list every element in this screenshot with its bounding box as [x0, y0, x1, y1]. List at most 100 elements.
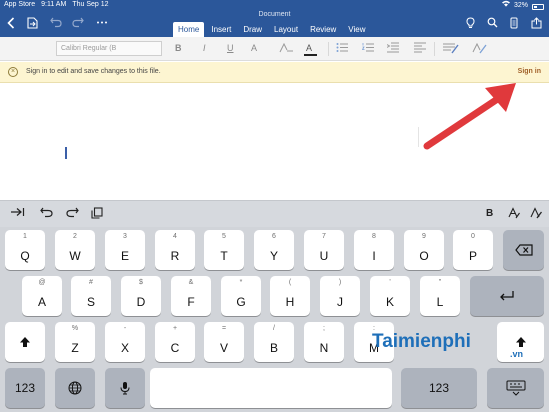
numbers-key[interactable]: 123 [5, 368, 45, 408]
align-left-icon[interactable] [414, 42, 426, 56]
shift-key-left[interactable] [5, 322, 45, 362]
key-label: Q [20, 249, 30, 263]
key-alt-label: 8 [372, 233, 376, 240]
key-g[interactable]: * G [221, 276, 261, 316]
kb-redo-icon[interactable] [66, 207, 79, 222]
return-key[interactable] [470, 276, 544, 316]
key-u[interactable]: 7U [304, 230, 344, 270]
space-bar[interactable] [150, 368, 392, 408]
key-alt-label: + [172, 325, 178, 332]
share-icon[interactable] [531, 17, 542, 32]
key-alt-label: / [273, 325, 275, 332]
key-x[interactable]: -X [105, 322, 145, 362]
signin-link[interactable]: Sign in [518, 68, 541, 75]
numbers-key-right[interactable]: 123 [401, 368, 477, 408]
key-d[interactable]: $ D [121, 276, 161, 316]
font-name-field[interactable]: Calibri Regular (B [56, 41, 162, 56]
key-p[interactable]: 0P [453, 230, 493, 270]
file-icon[interactable] [27, 17, 38, 32]
key-v[interactable]: = V [204, 322, 244, 362]
key-alt-label: 5 [222, 233, 226, 240]
close-banner-icon[interactable]: × [8, 67, 18, 77]
bold-button[interactable]: B [175, 42, 182, 54]
kb-style-icon[interactable] [530, 207, 543, 223]
key-n[interactable]: ; N [304, 322, 344, 362]
clear-formatting-icon[interactable] [472, 42, 487, 57]
lightbulb-icon[interactable] [466, 17, 475, 32]
key-f[interactable]: & F [171, 276, 211, 316]
key-label: H [285, 295, 295, 309]
kb-font-color-icon[interactable] [508, 207, 520, 223]
key-label: X [120, 341, 129, 355]
search-icon[interactable] [487, 17, 498, 31]
key-alt-label: $ [139, 279, 143, 286]
hide-keyboard-key[interactable] [487, 368, 544, 408]
globe-key[interactable] [55, 368, 95, 408]
tab-home[interactable]: Home [173, 22, 205, 37]
key-l[interactable]: " L [420, 276, 460, 316]
key-label: O [419, 249, 429, 263]
key-alt-label: % [71, 325, 79, 332]
key-j[interactable]: ) J [320, 276, 360, 316]
key-e[interactable]: 3E [105, 230, 145, 270]
dictation-key[interactable] [105, 368, 145, 408]
key-alt-label: @ [38, 279, 46, 286]
key-b[interactable]: / B [254, 322, 294, 362]
key-s[interactable]: # S [71, 276, 111, 316]
key-alt-label: 3 [123, 233, 127, 240]
font-color-swatch [304, 54, 317, 56]
shift-icon [5, 322, 45, 362]
key-y[interactable]: 6Y [254, 230, 294, 270]
more-icon[interactable] [96, 17, 108, 31]
kb-bold-button[interactable]: B [486, 207, 493, 221]
key-k[interactable]: ' K [370, 276, 410, 316]
key-h[interactable]: (H [270, 276, 310, 316]
key-label: N [319, 341, 329, 355]
bullet-list-icon[interactable] [336, 42, 348, 56]
delete-key[interactable] [503, 230, 544, 270]
font-color-button[interactable]: A [304, 42, 317, 56]
key-alt-label: = [221, 325, 227, 332]
key-q[interactable]: 1Q [5, 230, 45, 270]
watermark-suffix: .vn [510, 349, 524, 359]
tab-review[interactable]: Review [305, 22, 341, 37]
key-w[interactable]: 2W [55, 230, 95, 270]
key-i[interactable]: 8I [354, 230, 394, 270]
key-label: T [220, 249, 228, 263]
key-alt-label: ( [288, 279, 292, 286]
kb-undo-icon[interactable] [40, 207, 53, 222]
tab-view[interactable]: View [343, 22, 370, 37]
format-style-button[interactable]: A [251, 42, 257, 54]
kb-paste-icon[interactable] [91, 207, 103, 223]
key-label: J [337, 295, 343, 309]
tab-draw[interactable]: Draw [238, 22, 267, 37]
keyboard-hide-icon [487, 368, 544, 408]
indent-icon[interactable] [386, 42, 399, 56]
key-c[interactable]: + C [155, 322, 195, 362]
redo-icon[interactable] [72, 17, 84, 31]
tab-layout[interactable]: Layout [269, 22, 303, 37]
font-highlight-button[interactable] [278, 42, 294, 57]
mobile-view-icon[interactable] [510, 17, 518, 32]
key-alt-label: 1 [23, 233, 27, 240]
delete-icon [503, 230, 544, 270]
key-label: D [136, 295, 146, 309]
paragraph-styles-icon[interactable] [443, 42, 459, 57]
key-t[interactable]: 5T [204, 230, 244, 270]
key-label: C [170, 341, 180, 355]
underline-button[interactable]: U [227, 42, 234, 54]
numbered-list-icon[interactable] [361, 42, 374, 56]
key-label: A [37, 295, 46, 309]
key-r[interactable]: 4R [155, 230, 195, 270]
italic-button[interactable]: I [203, 42, 206, 54]
tab-key-icon[interactable] [11, 207, 25, 221]
tab-insert[interactable]: Insert [206, 22, 236, 37]
key-z[interactable]: % Z [55, 322, 95, 362]
document-canvas[interactable] [0, 83, 549, 200]
undo-icon[interactable] [50, 17, 62, 31]
key-label: G [236, 295, 246, 309]
key-o[interactable]: 9O [404, 230, 444, 270]
back-to-app-link[interactable]: App Store [4, 0, 35, 10]
key-a[interactable]: @ A [22, 276, 62, 316]
back-icon[interactable] [7, 17, 15, 32]
